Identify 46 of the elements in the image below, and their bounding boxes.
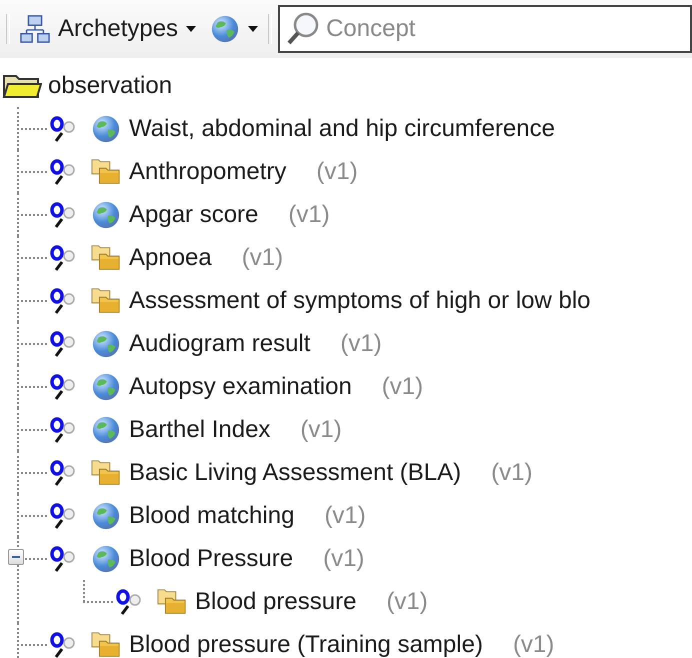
folders-icon (91, 156, 121, 186)
globe-icon (91, 500, 121, 530)
folders-icon (157, 586, 187, 616)
version-label: (v1) (382, 372, 424, 400)
tree-item-label[interactable]: Barthel Index (129, 416, 270, 444)
open-folder-icon (2, 72, 42, 98)
version-label: (v1) (242, 244, 284, 272)
version-label: (v1) (386, 588, 428, 616)
folders-icon (91, 630, 121, 658)
version-label: (v1) (300, 416, 342, 444)
folders-icon (91, 458, 121, 488)
globe-icon (91, 328, 121, 358)
tree-item-label[interactable]: Apnoea (129, 244, 212, 272)
globe-icon (91, 200, 121, 230)
search-field[interactable]: Concept (278, 5, 692, 53)
globe-icon (210, 14, 240, 44)
tree-item-label[interactable]: Blood Pressure (129, 544, 294, 572)
caret-icon (248, 26, 258, 32)
hierarchy-icon (20, 14, 50, 44)
tree-item-label[interactable]: Anthropometry (129, 158, 286, 186)
globe-icon (91, 544, 121, 574)
tree-item-label[interactable]: Audiogram result (129, 330, 310, 358)
folders-icon (91, 242, 121, 272)
tree-item-label[interactable]: Autopsy examination (129, 372, 352, 400)
tree-item-label[interactable]: Apgar score (129, 200, 258, 228)
tree-item-label[interactable]: Basic Living Assessment (BLA) (129, 458, 462, 486)
caret-icon (186, 26, 196, 32)
archetypes-dropdown[interactable]: Archetypes (16, 12, 200, 46)
globe-icon (91, 372, 121, 402)
tree-root-label[interactable]: observation (48, 72, 172, 100)
tree-item-label[interactable]: Blood pressure (195, 588, 356, 616)
collapse-toggle[interactable] (8, 549, 24, 565)
tree-item-label[interactable]: Blood matching (129, 502, 294, 530)
globe-icon (91, 114, 121, 144)
version-label: (v1) (324, 502, 366, 530)
tree-item-label[interactable]: Assessment of symptoms of high or low blo (129, 286, 591, 314)
version-label: (v1) (323, 544, 364, 572)
folders-icon (91, 286, 121, 316)
version-label: (v1) (491, 458, 532, 486)
tree-item-label[interactable]: Waist, abdominal and hip circumference (129, 114, 555, 142)
version-label: (v1) (288, 200, 330, 228)
version-label: (v1) (512, 630, 554, 658)
version-label: (v1) (340, 330, 382, 358)
version-label: (v1) (316, 158, 358, 186)
tree-item-label[interactable]: Blood pressure (Training sample) (129, 630, 483, 658)
globe-icon (91, 414, 121, 444)
